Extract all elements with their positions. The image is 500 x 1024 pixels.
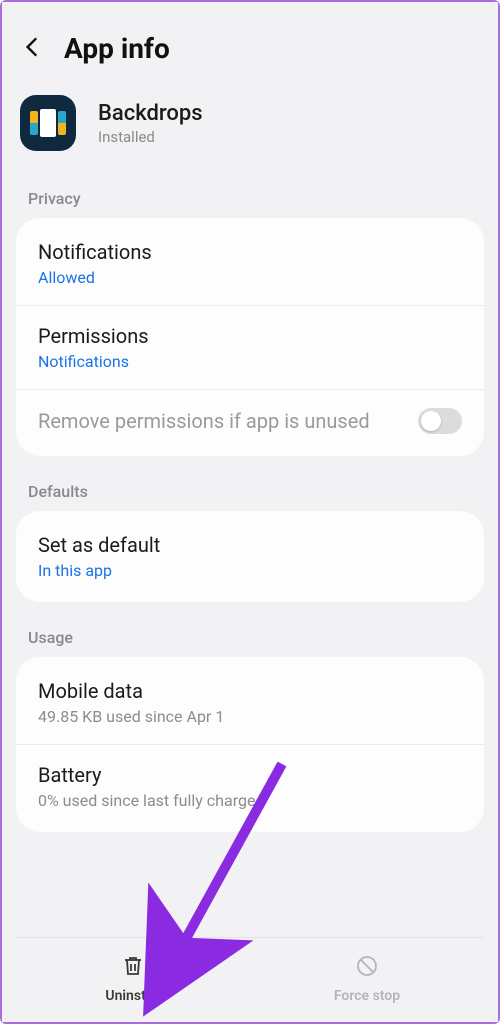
notifications-title: Notifications: [38, 240, 462, 264]
battery-item[interactable]: Battery 0% used since last fully charged: [16, 744, 484, 828]
privacy-card: Notifications Allowed Permissions Notifi…: [16, 218, 484, 456]
trash-icon: [121, 954, 145, 982]
app-name: Backdrops: [98, 101, 203, 126]
uninstall-button[interactable]: Uninstall: [16, 938, 250, 1022]
force-stop-label: Force stop: [334, 988, 400, 1004]
notifications-item[interactable]: Notifications Allowed: [16, 222, 484, 305]
battery-value: 0% used since last fully charged: [38, 791, 462, 810]
force-stop-button: Force stop: [250, 938, 484, 1022]
permissions-item[interactable]: Permissions Notifications: [16, 305, 484, 389]
page-title: App info: [64, 32, 170, 65]
set-default-title: Set as default: [38, 533, 462, 557]
usage-card: Mobile data 49.85 KB used since Apr 1 Ba…: [16, 657, 484, 832]
section-label-defaults: Defaults: [16, 474, 484, 511]
remove-permissions-item[interactable]: Remove permissions if app is unused: [16, 389, 484, 452]
notifications-value: Allowed: [38, 268, 462, 287]
remove-permissions-toggle[interactable]: [418, 408, 462, 434]
set-default-item[interactable]: Set as default In this app: [16, 515, 484, 598]
mobile-data-item[interactable]: Mobile data 49.85 KB used since Apr 1: [16, 661, 484, 744]
back-icon[interactable]: [20, 34, 46, 64]
bottom-bar: Uninstall Force stop: [16, 937, 484, 1022]
uninstall-label: Uninstall: [105, 988, 160, 1004]
set-default-value: In this app: [38, 561, 462, 580]
forbidden-icon: [355, 954, 379, 982]
mobile-data-title: Mobile data: [38, 679, 462, 703]
section-label-usage: Usage: [16, 620, 484, 657]
section-label-privacy: Privacy: [16, 181, 484, 218]
battery-title: Battery: [38, 763, 462, 787]
permissions-title: Permissions: [38, 324, 462, 348]
mobile-data-value: 49.85 KB used since Apr 1: [38, 707, 462, 726]
app-icon: [20, 95, 76, 151]
permissions-value: Notifications: [38, 352, 462, 371]
app-status: Installed: [98, 128, 203, 146]
remove-permissions-title: Remove permissions if app is unused: [38, 409, 370, 433]
app-header: Backdrops Installed: [16, 95, 484, 181]
defaults-card: Set as default In this app: [16, 511, 484, 602]
